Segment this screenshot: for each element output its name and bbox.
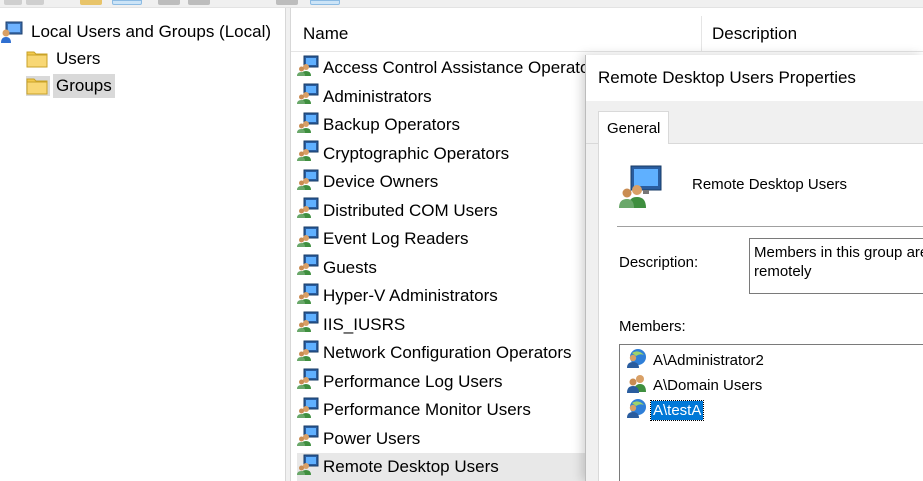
toolbar bbox=[0, 0, 923, 8]
group-icon bbox=[297, 140, 319, 167]
group-list-row-name: Event Log Readers bbox=[323, 229, 469, 248]
group-list-row-name: Network Configuration Operators bbox=[323, 343, 572, 362]
group-icon bbox=[297, 55, 319, 82]
group-list-row[interactable]: Hyper-V Administrators bbox=[297, 282, 587, 310]
group-list-row[interactable]: Administrators bbox=[297, 83, 587, 111]
group-icon bbox=[297, 397, 319, 424]
members-list[interactable]: A\Administrator2 A\Domain Users A\testA bbox=[619, 344, 923, 481]
group-list-row[interactable]: Access Control Assistance Operators bbox=[297, 54, 604, 82]
tree-pane: Local Users and Groups (Local) Users Gro… bbox=[0, 8, 285, 481]
group-list-row[interactable]: Event Log Readers bbox=[297, 225, 587, 253]
member-name: A\Administrator2 bbox=[653, 351, 764, 369]
group-list-row-name: IIS_IUSRS bbox=[323, 314, 406, 334]
group-list-row[interactable]: Cryptographic Operators bbox=[297, 140, 587, 168]
member-name: A\testA bbox=[649, 399, 705, 421]
group-icon bbox=[626, 372, 648, 398]
toolbar-view-button[interactable] bbox=[112, 0, 142, 5]
group-list-row-name: Guests bbox=[323, 257, 377, 277]
group-list-row-name: Hyper-V Administrators bbox=[323, 286, 498, 305]
group-icon bbox=[297, 368, 319, 395]
group-list-row[interactable]: Remote Desktop Users bbox=[297, 453, 587, 481]
group-list-row[interactable]: Device Owners bbox=[297, 168, 587, 196]
group-list-row-name: Performance Log Users bbox=[323, 371, 503, 391]
group-icon bbox=[297, 283, 319, 310]
group-list-row-name: Distributed COM Users bbox=[323, 200, 498, 220]
group-list-row[interactable]: Performance Monitor Users bbox=[297, 396, 587, 424]
tree-root[interactable]: Local Users and Groups (Local) bbox=[0, 19, 274, 45]
tree-item-groups[interactable]: Groups bbox=[26, 73, 115, 99]
dialog-title-bar[interactable]: Remote Desktop Users Properties bbox=[586, 55, 923, 101]
folder-icon bbox=[26, 76, 50, 96]
toolbar-properties-button[interactable] bbox=[310, 0, 340, 5]
group-list-row-name: Backup Operators bbox=[323, 115, 461, 134]
dialog-title: Remote Desktop Users Properties bbox=[598, 68, 856, 87]
group-list-row-name: Access Control Assistance Operators bbox=[323, 58, 604, 77]
toolbar-folder-button[interactable] bbox=[80, 0, 102, 5]
group-icon bbox=[297, 340, 319, 367]
group-list-row-name: Device Owners bbox=[323, 172, 439, 191]
separator bbox=[617, 226, 923, 227]
dialog-tab-strip: General bbox=[586, 110, 923, 145]
toolbar-forward-button[interactable] bbox=[26, 0, 44, 5]
group-icon bbox=[297, 112, 319, 139]
user-icon bbox=[626, 397, 648, 423]
group-icon bbox=[297, 83, 319, 110]
group-icon bbox=[297, 311, 319, 338]
group-icon bbox=[297, 226, 319, 253]
group-icon bbox=[297, 169, 319, 196]
group-name: Remote Desktop Users bbox=[692, 176, 848, 193]
folder-icon bbox=[26, 49, 50, 69]
group-list-row-name: Remote Desktop Users bbox=[323, 457, 499, 476]
column-header-description[interactable]: Description bbox=[702, 16, 923, 52]
group-icon bbox=[297, 425, 319, 452]
toolbar-export-button[interactable] bbox=[188, 0, 210, 5]
toolbar-help-button[interactable] bbox=[276, 0, 298, 5]
toolbar-back-button[interactable] bbox=[4, 0, 22, 5]
group-list-row[interactable]: Guests bbox=[297, 254, 587, 282]
properties-dialog: Remote Desktop Users Properties General … bbox=[585, 55, 923, 481]
group-list-row[interactable]: Power Users bbox=[297, 425, 587, 453]
group-list-row-name: Performance Monitor Users bbox=[323, 400, 531, 419]
group-list-row-name: Cryptographic Operators bbox=[323, 143, 510, 163]
tab-general[interactable]: General bbox=[598, 111, 670, 145]
member-list-item[interactable]: A\testA bbox=[626, 397, 705, 423]
group-list-row[interactable]: Network Configuration Operators bbox=[297, 339, 587, 367]
toolbar-refresh-button[interactable] bbox=[158, 0, 180, 5]
column-header-name[interactable]: Name bbox=[291, 16, 702, 52]
description-line-2: remotely bbox=[754, 263, 812, 280]
member-list-item[interactable]: A\Domain Users bbox=[626, 374, 764, 396]
description-label: Description: bbox=[619, 254, 699, 271]
tree-item-users[interactable]: Users bbox=[26, 46, 103, 72]
user-icon bbox=[626, 347, 648, 373]
tree-item-groups-label: Groups bbox=[53, 74, 115, 98]
group-list-row[interactable]: IIS_IUSRS bbox=[297, 311, 587, 339]
description-field[interactable]: Members in this group are remotely bbox=[749, 238, 923, 294]
group-icon bbox=[297, 454, 319, 481]
member-name: A\Domain Users bbox=[653, 376, 763, 394]
group-list-row[interactable]: Distributed COM Users bbox=[297, 197, 587, 225]
group-icon bbox=[617, 162, 665, 215]
general-tab-page: Remote Desktop Users Description: Member… bbox=[598, 144, 923, 481]
tree-item-users-label: Users bbox=[56, 49, 101, 68]
group-list-row[interactable]: Backup Operators bbox=[297, 111, 587, 139]
group-list-row-name: Administrators bbox=[323, 86, 432, 106]
group-list-row[interactable]: Performance Log Users bbox=[297, 368, 587, 396]
member-list-item[interactable]: A\Administrator2 bbox=[626, 349, 766, 371]
members-label: Members: bbox=[619, 318, 686, 335]
group-list-row-name: Power Users bbox=[323, 428, 421, 448]
group-icon bbox=[297, 254, 319, 281]
tree-root-label: Local Users and Groups (Local) bbox=[31, 22, 272, 41]
description-line-1: Members in this group are bbox=[754, 244, 923, 261]
group-icon bbox=[297, 197, 319, 224]
computer-users-icon bbox=[0, 20, 24, 44]
